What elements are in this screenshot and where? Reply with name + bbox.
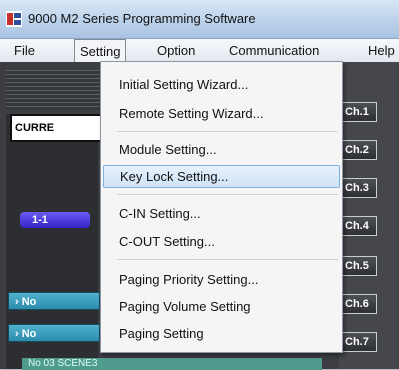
scene-row-label: No bbox=[21, 328, 37, 340]
channel-button-1[interactable]: Ch.1 bbox=[341, 102, 377, 122]
current-label-box: CURRE bbox=[10, 114, 105, 142]
menu-item-initial-setting-wizard[interactable]: Initial Setting Wizard... bbox=[103, 73, 340, 96]
channel-button-6[interactable]: Ch.6 bbox=[341, 294, 377, 314]
scene-row-partial[interactable]: No 03 SCENE3 bbox=[22, 358, 322, 370]
menu-setting[interactable]: Setting bbox=[74, 39, 127, 63]
window-title: 9000 M2 Series Programming Software bbox=[28, 11, 256, 26]
menu-help[interactable]: Help bbox=[368, 39, 395, 62]
scene-number-badge[interactable]: 1-1 bbox=[20, 212, 90, 228]
channel-button-5[interactable]: Ch.5 bbox=[341, 256, 377, 276]
channel-button-4[interactable]: Ch.4 bbox=[341, 216, 377, 236]
menu-option[interactable]: Option bbox=[157, 39, 195, 62]
scene-row-button[interactable]: › No bbox=[8, 292, 100, 310]
menu-item-module-setting[interactable]: Module Setting... bbox=[103, 138, 340, 161]
channel-button-3[interactable]: Ch.3 bbox=[341, 178, 377, 198]
menu-item-key-lock-setting[interactable]: Key Lock Setting... bbox=[103, 165, 340, 188]
channel-button-7[interactable]: Ch.7 bbox=[341, 332, 377, 352]
menu-item-c-in-setting[interactable]: C-IN Setting... bbox=[103, 202, 340, 225]
menu-item-paging-volume-setting[interactable]: Paging Volume Setting bbox=[103, 295, 340, 318]
menu-item-paging-priority-setting[interactable]: Paging Priority Setting... bbox=[103, 268, 340, 291]
scene-row-button[interactable]: › No bbox=[8, 324, 100, 342]
menu-item-remote-setting-wizard[interactable]: Remote Setting Wizard... bbox=[103, 102, 340, 125]
menu-bar: File Setting Option Communication Help bbox=[0, 39, 399, 63]
menu-separator bbox=[117, 194, 338, 195]
menu-item-c-out-setting[interactable]: C-OUT Setting... bbox=[103, 230, 340, 253]
setting-dropdown-menu: Initial Setting Wizard... Remote Setting… bbox=[100, 61, 343, 353]
app-logo-icon bbox=[6, 11, 22, 27]
scene-row-label: No bbox=[21, 296, 37, 308]
channel-button-2[interactable]: Ch.2 bbox=[341, 140, 377, 160]
menu-file[interactable]: File bbox=[14, 39, 35, 62]
menu-communication[interactable]: Communication bbox=[229, 39, 319, 62]
menu-separator bbox=[117, 259, 338, 260]
title-bar: 9000 M2 Series Programming Software bbox=[0, 0, 399, 39]
menu-separator bbox=[117, 131, 338, 132]
menu-item-paging-setting[interactable]: Paging Setting bbox=[103, 322, 340, 345]
